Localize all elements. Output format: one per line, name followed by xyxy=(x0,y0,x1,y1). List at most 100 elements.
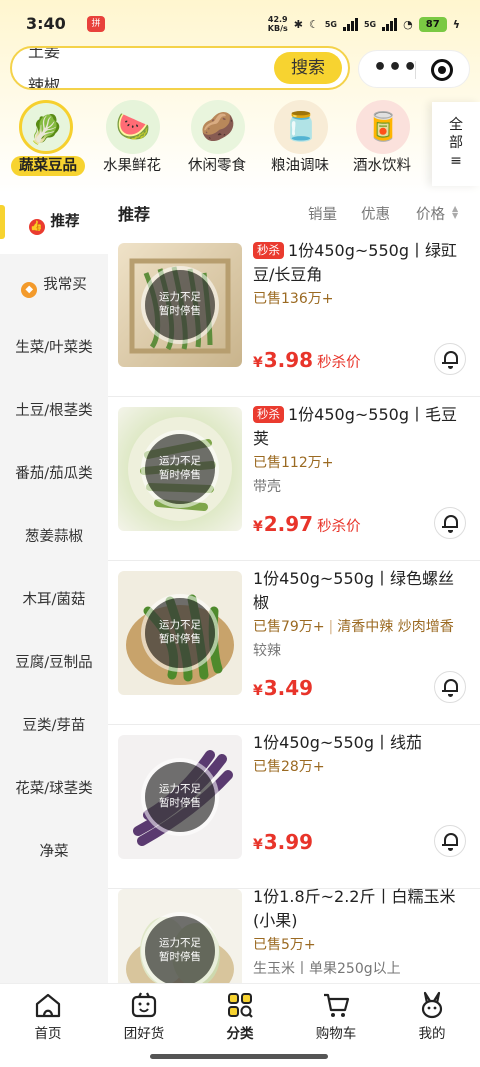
menu-lines-icon: ≡ xyxy=(450,153,462,169)
product-price: ¥3.98 秒杀价 xyxy=(253,347,361,376)
sidebar-item-cauliflower[interactable]: 花菜/球茎类 xyxy=(0,758,108,821)
sidebar-item-frequent[interactable]: ◆ 我常买 xyxy=(0,254,108,317)
soldout-line1: 运力不足 xyxy=(159,455,201,467)
sort-price[interactable]: 价格 xyxy=(416,203,445,224)
sort-discount[interactable]: 优惠 xyxy=(361,203,390,224)
moon-icon: ☾ xyxy=(308,17,319,31)
product-note: 带壳 xyxy=(253,479,281,495)
signal-label-a: 5G xyxy=(324,19,337,29)
currency-symbol: ¥ xyxy=(253,355,263,371)
sort-arrows-icon: ▲ ▼ xyxy=(452,204,459,220)
net-speed-unit: KB/s xyxy=(267,24,288,33)
category-grid-icon xyxy=(228,993,253,1018)
product-title: 1份1.8斤~2.2斤丨白糯玉米(小果) xyxy=(253,887,456,930)
product-sold-tags: 已售79万+ | 清香中辣 炒肉增香 xyxy=(253,619,454,635)
sidebar-item-tomato[interactable]: 番茄/茄瓜类 xyxy=(0,443,108,506)
status-bar: 3:40 拼 42.9 KB/s ✱ ☾ 5G 5G ◔ 87 ϟ xyxy=(0,0,480,44)
notify-bell-icon[interactable] xyxy=(434,343,466,375)
sort-sales[interactable]: 销量 xyxy=(308,203,337,224)
sidebar-item-roots[interactable]: 土豆/根茎类 xyxy=(0,380,108,443)
soldout-line1: 运力不足 xyxy=(159,619,201,631)
soldout-line2: 暂时停售 xyxy=(159,305,201,317)
target-close-icon[interactable] xyxy=(431,59,453,81)
more-dots-icon[interactable]: ••• xyxy=(373,56,418,80)
product-card[interactable]: 运力不足 暂时停售 秒杀 1份450g~550g丨绿豇豆/长豆角 已售136万+ ¥… xyxy=(108,233,480,397)
search-button[interactable]: 搜索 xyxy=(274,52,342,84)
status-time: 3:40 xyxy=(26,14,66,33)
soldout-badge: 运力不足 暂时停售 xyxy=(145,598,215,668)
category-fruits[interactable]: 🍉 水果鲜花 xyxy=(89,98,175,186)
category-grain-oil[interactable]: 🫙 粮油调味 xyxy=(257,98,343,186)
product-image: 运力不足 暂时停售 xyxy=(118,889,242,985)
signal-icon xyxy=(342,17,358,31)
product-sold: 已售112万+ xyxy=(253,455,334,471)
product-list: 推荐 销量 优惠 价格 ▲ ▼ 运力不足 暂时停售 秒杀 1份450g~550g丨绿豇… xyxy=(108,195,480,985)
category-label: 休闲零食 xyxy=(188,158,246,174)
price-value: 3.99 xyxy=(263,830,314,854)
sidebar-item-label: 推荐 xyxy=(50,214,80,230)
tab-home[interactable]: 首页 xyxy=(0,984,96,1046)
drink-can-icon: 🥫 xyxy=(356,100,410,154)
product-card[interactable]: 运力不足 暂时停售 秒杀 1份450g~550g丨毛豆荚 已售112万+ 带壳 ¥2… xyxy=(108,397,480,561)
notify-bell-icon[interactable] xyxy=(434,507,466,539)
sidebar-item-recommend[interactable]: 👍 推荐 xyxy=(0,191,108,254)
product-card[interactable]: 运力不足 暂时停售 1份450g~550g丨绿色螺丝椒 已售79万+ | 清香中辣 炒… xyxy=(108,561,480,725)
category-drinks[interactable]: 🥫 酒水饮料 xyxy=(339,98,425,186)
product-price: ¥2.97 秒杀价 xyxy=(253,511,361,540)
soldout-line2: 暂时停售 xyxy=(159,633,201,645)
sidebar-item-tofu[interactable]: 豆腐/豆制品 xyxy=(0,632,108,695)
rabbit-profile-icon xyxy=(421,991,443,1019)
mini-program-capsule: ••• xyxy=(358,50,470,88)
soldout-badge: 运力不足 暂时停售 xyxy=(145,434,215,504)
product-card[interactable]: 运力不足 暂时停售 1份1.8斤~2.2斤丨白糯玉米(小果) 已售5万+ 生玉米丨… xyxy=(108,879,480,985)
category-label: 水果鲜花 xyxy=(103,158,161,174)
product-price: ¥3.49 xyxy=(253,675,313,704)
capsule-divider xyxy=(415,61,416,79)
sidebar-item-leafy[interactable]: 生菜/叶菜类 xyxy=(0,317,108,380)
gesture-bar xyxy=(0,1045,480,1067)
category-label: 粮油调味 xyxy=(271,158,329,174)
product-image: 运力不足 暂时停售 xyxy=(118,735,242,859)
sort-title: 推荐 xyxy=(118,205,151,224)
tab-cart[interactable]: 购物车 xyxy=(288,984,384,1046)
price-value: 3.49 xyxy=(263,676,314,700)
tab-bar: 首页 团好货 分类 购物车 我的 xyxy=(0,983,480,1045)
category-vegetables[interactable]: 🥬 蔬菜豆品 xyxy=(2,98,88,186)
sidebar-item-mushroom[interactable]: 木耳/菌菇 xyxy=(0,569,108,632)
tab-profile[interactable]: 我的 xyxy=(384,984,480,1046)
signal-icon-2 xyxy=(382,17,398,31)
flash-price-label: 秒杀价 xyxy=(317,355,361,371)
soldout-badge: 运力不足 暂时停售 xyxy=(145,916,215,985)
product-note: 生玉米丨单果250g以上 xyxy=(253,961,401,977)
soldout-line2: 暂时停售 xyxy=(159,469,201,481)
soldout-line1: 运力不足 xyxy=(159,291,201,303)
product-tag: 炒肉增香 xyxy=(397,619,454,635)
tab-label: 团好货 xyxy=(123,1026,165,1042)
battery-icon: 87 xyxy=(418,16,447,32)
product-image: 运力不足 暂时停售 xyxy=(118,407,242,531)
net-speed-value: 42.9 xyxy=(267,15,288,24)
notify-bell-icon[interactable] xyxy=(434,671,466,703)
price-value: 2.97 xyxy=(263,512,314,536)
sidebar-item-prepared[interactable]: 净菜 xyxy=(0,821,108,884)
tab-label: 分类 xyxy=(226,1026,254,1042)
category-snacks[interactable]: 🥔 休闲零食 xyxy=(174,98,260,186)
wifi-icon: ◔ xyxy=(403,17,413,31)
sidebar-item-beans[interactable]: 豆类/芽苗 xyxy=(0,695,108,758)
product-sold: 已售28万+ xyxy=(253,759,325,775)
thumbs-up-icon: 👍 xyxy=(28,219,45,235)
product-card[interactable]: 运力不足 暂时停售 1份450g~550g丨线茄 已售28万+ ¥3.99 xyxy=(108,725,480,889)
tab-group-buy[interactable]: 团好货 xyxy=(96,984,192,1046)
search-input[interactable]: 土姜 辣椒 搜索 xyxy=(10,46,350,90)
search-suggestion-2: 辣椒 xyxy=(28,76,61,90)
group-buy-icon xyxy=(131,992,157,1018)
sidebar-item-aromatics[interactable]: 葱姜蒜椒 xyxy=(0,506,108,569)
tab-category[interactable]: 分类 xyxy=(192,984,288,1046)
all-categories-button[interactable]: 全 部 ≡ xyxy=(432,102,480,186)
notify-bell-icon[interactable] xyxy=(434,825,466,857)
soldout-badge: 运力不足 暂时停售 xyxy=(145,762,215,832)
product-image: 运力不足 暂时停售 xyxy=(118,243,242,367)
product-note: 较辣 xyxy=(253,643,281,659)
category-label: 酒水饮料 xyxy=(353,158,411,174)
currency-symbol: ¥ xyxy=(253,837,263,853)
